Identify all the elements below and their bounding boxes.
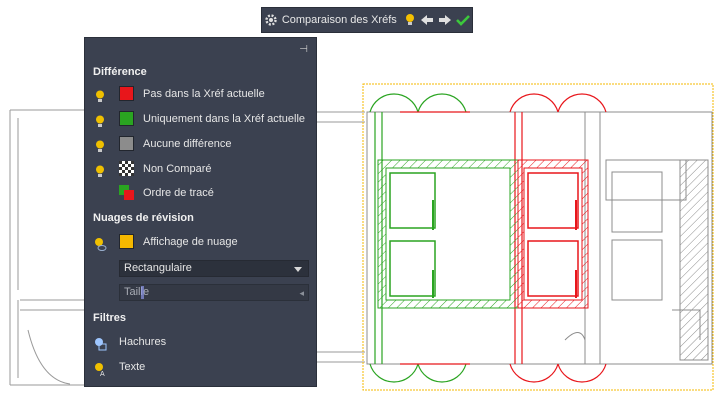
checker-swatch[interactable] bbox=[119, 161, 134, 176]
svg-text:A: A bbox=[100, 371, 105, 376]
cloud-display-row[interactable]: Affichage de nuage bbox=[85, 233, 318, 253]
diff-label: Non Comparé bbox=[143, 163, 212, 175]
diff-label: Pas dans la Xréf actuelle bbox=[143, 88, 265, 100]
filter-hatches-label: Hachures bbox=[119, 336, 167, 348]
diff-row-only-in-current[interactable]: Uniquement dans la Xréf actuelle bbox=[85, 110, 318, 130]
lightbulb-icon[interactable] bbox=[93, 114, 107, 128]
diff-label: Uniquement dans la Xréf actuelle bbox=[143, 113, 306, 125]
gray-swatch[interactable] bbox=[119, 136, 134, 151]
cloud-size-placeholder: Taille bbox=[124, 286, 150, 298]
chevron-down-icon bbox=[294, 267, 302, 272]
hatch-filter-icon[interactable] bbox=[93, 337, 107, 351]
yellow-swatch[interactable] bbox=[119, 234, 134, 249]
text-filter-icon[interactable]: A bbox=[93, 362, 107, 376]
section-revision-clouds: Nuages de révision bbox=[93, 212, 194, 224]
lightbulb-icon[interactable] bbox=[93, 139, 107, 153]
diff-row-not-in-current[interactable]: Pas dans la Xréf actuelle bbox=[85, 85, 318, 105]
diff-row-draw-order[interactable]: Ordre de tracé bbox=[85, 184, 318, 204]
lightbulb-icon[interactable] bbox=[401, 9, 419, 31]
cloud-shape-dropdown[interactable]: Rectangulaire bbox=[119, 260, 309, 277]
pin-icon[interactable]: ⊣ bbox=[299, 44, 308, 55]
filter-text-row[interactable]: A Texte bbox=[85, 358, 318, 378]
section-filters: Filtres bbox=[93, 312, 127, 324]
diff-row-not-compared[interactable]: Non Comparé bbox=[85, 160, 318, 180]
diff-row-no-difference[interactable]: Aucune différence bbox=[85, 135, 318, 155]
cloud-lightbulb-icon[interactable] bbox=[93, 237, 107, 251]
lightbulb-icon[interactable] bbox=[93, 89, 107, 103]
toolbar-title: Comparaison des Xréfs bbox=[281, 14, 397, 26]
red-swatch[interactable] bbox=[119, 86, 134, 101]
arrow-right-icon[interactable] bbox=[436, 9, 454, 31]
filter-text-label: Texte bbox=[119, 361, 146, 373]
cloud-shape-value: Rectangulaire bbox=[124, 262, 192, 274]
cloud-size-field[interactable]: Taille ◂ bbox=[119, 284, 309, 301]
xref-compare-toolbar: Comparaison des Xréfs bbox=[261, 7, 473, 33]
filter-hatches-row[interactable]: Hachures bbox=[85, 333, 318, 353]
draw-order-swatch[interactable] bbox=[119, 185, 134, 200]
arrow-left-icon[interactable] bbox=[419, 9, 437, 31]
lightbulb-icon[interactable] bbox=[93, 164, 107, 178]
gear-icon[interactable] bbox=[262, 9, 280, 31]
cloud-label: Affichage de nuage bbox=[143, 236, 238, 248]
green-swatch[interactable] bbox=[119, 111, 134, 126]
spinner-icon[interactable]: ◂ bbox=[299, 286, 304, 301]
section-difference: Différence bbox=[93, 66, 147, 78]
diff-label: Aucune différence bbox=[143, 138, 232, 150]
xref-compare-palette: ⊣ Différence Pas dans la Xréf actuelle U… bbox=[84, 37, 317, 387]
text-cursor bbox=[141, 286, 144, 299]
checkmark-icon[interactable] bbox=[454, 9, 472, 31]
diff-label: Ordre de tracé bbox=[143, 187, 214, 199]
